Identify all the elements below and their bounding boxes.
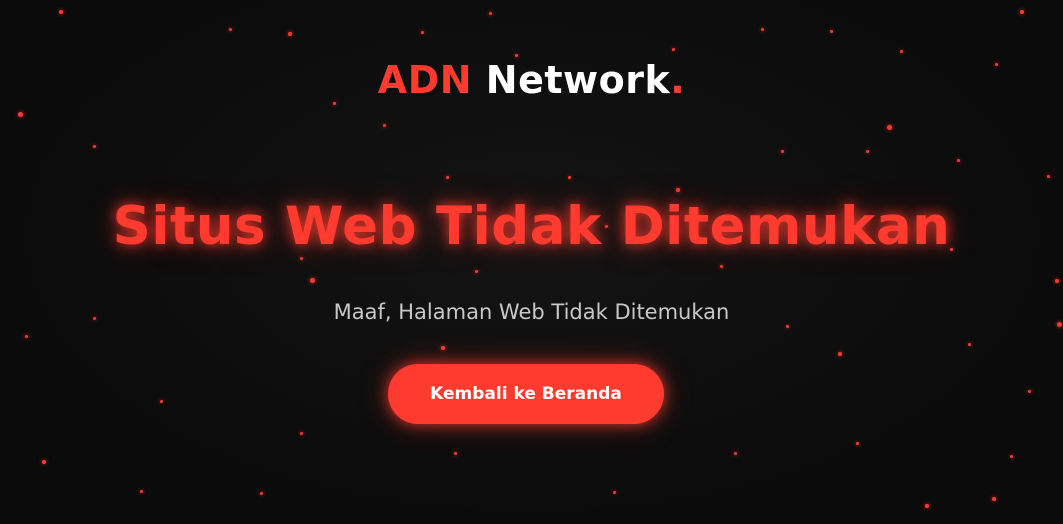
back-to-home-button[interactable]: Kembali ke Beranda xyxy=(388,364,664,424)
not-found-page: ADN Network. Situs Web Tidak Ditemukan M… xyxy=(0,0,1063,524)
main-content: ADN Network. Situs Web Tidak Ditemukan M… xyxy=(0,0,1063,524)
brand-logo[interactable]: ADN Network. xyxy=(0,56,1063,104)
logo-main-text: Network xyxy=(485,58,671,102)
page-title: Situs Web Tidak Ditemukan xyxy=(112,196,951,257)
logo-accent-text: ADN xyxy=(377,58,473,102)
page-subtitle: Maaf, Halaman Web Tidak Ditemukan xyxy=(333,300,730,324)
logo-dot: . xyxy=(670,58,686,102)
